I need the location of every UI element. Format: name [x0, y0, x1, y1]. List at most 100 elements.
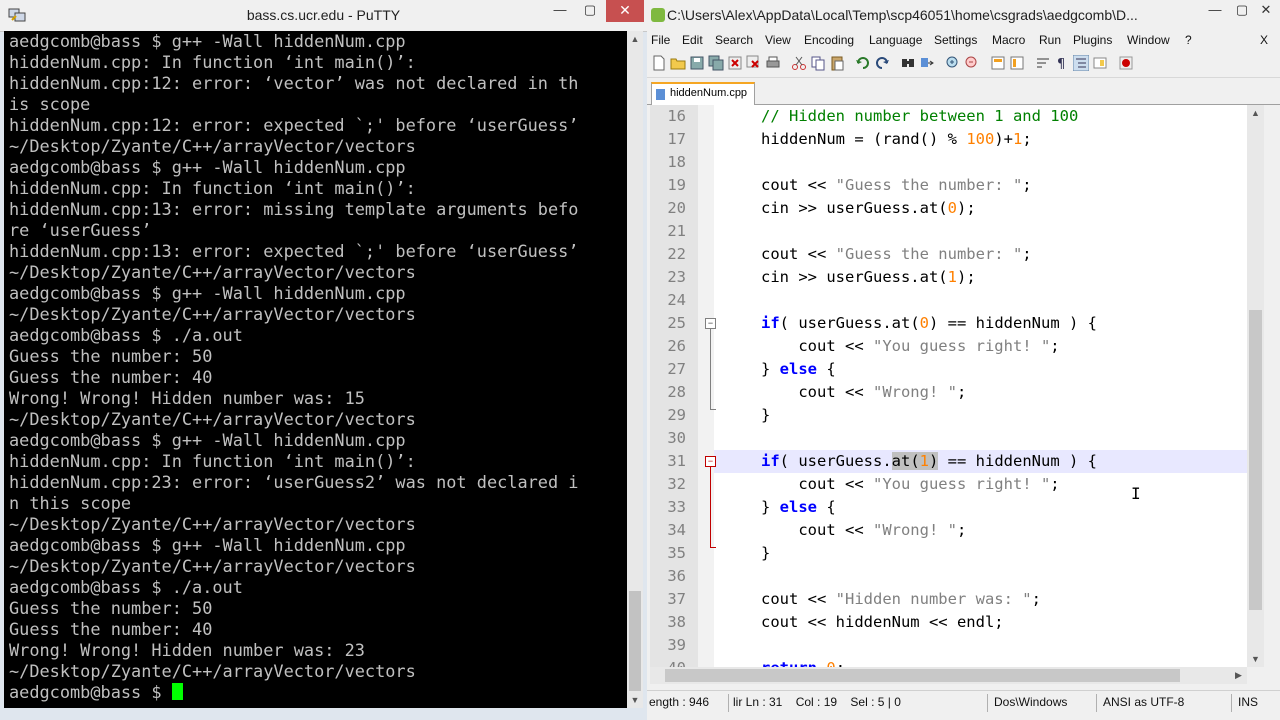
- putty-minimize-button[interactable]: —: [545, 0, 575, 22]
- code-text: cout << "Wrong! ";: [761, 519, 966, 542]
- code-line: 34 cout << "Wrong! ";: [650, 519, 1247, 542]
- new-file-icon[interactable]: [651, 55, 667, 71]
- status-bar: ength : 946 lir Ln : 31 Col : 19 Sel : 5…: [647, 690, 1280, 715]
- code-text: cout << "You guess right! ";: [761, 335, 1059, 358]
- terminal-line: hiddenNum.cpp:12: error: ‘vector’ was no…: [9, 73, 579, 93]
- putty-close-button[interactable]: ✕: [606, 0, 644, 22]
- line-number: 22: [667, 245, 686, 263]
- terminal-scroll-thumb[interactable]: [629, 591, 641, 691]
- menu-plugins[interactable]: Plugins: [1073, 33, 1112, 47]
- editor-horizontal-scrollbar[interactable]: ▶: [650, 667, 1247, 684]
- menu-encoding[interactable]: Encoding: [804, 33, 854, 47]
- editor-horizontal-scroll-thumb[interactable]: [665, 669, 1180, 682]
- editor-vertical-scrollbar[interactable]: ▲ ▼: [1247, 105, 1264, 667]
- terminal-output[interactable]: aedgcomb@bass $ g++ -Wall hiddenNum.cpp h…: [4, 31, 627, 708]
- doc-map-icon[interactable]: [1092, 55, 1108, 71]
- terminal-scrollbar[interactable]: ▲ ▼: [627, 31, 643, 708]
- zoom-in-icon[interactable]: [945, 55, 961, 71]
- code-text: cout << "Hidden number was: ";: [761, 588, 1041, 611]
- line-number: 35: [667, 544, 686, 562]
- sync-horizontal-icon[interactable]: [1009, 55, 1025, 71]
- record-macro-icon[interactable]: [1118, 55, 1134, 71]
- copy-icon[interactable]: [810, 55, 826, 71]
- status-position: lir Ln : 31 Col : 19 Sel : 5 | 0: [733, 695, 901, 709]
- code-line: 22 cout << "Guess the number: ";: [650, 243, 1247, 266]
- terminal-prompt-line[interactable]: aedgcomb@bass $: [4, 682, 627, 703]
- find-icon[interactable]: [900, 55, 916, 71]
- menu-help[interactable]: ?: [1185, 33, 1192, 47]
- code-text: hiddenNum = (rand() % 100)+1;: [761, 128, 1032, 151]
- terminal-line: hiddenNum.cpp:23: error: ‘userGuess2’ wa…: [9, 472, 579, 492]
- cut-icon[interactable]: [791, 55, 807, 71]
- terminal-line: aedgcomb@bass $ g++ -Wall hiddenNum.cpp: [9, 157, 406, 177]
- tab-hiddennum-cpp[interactable]: hiddenNum.cpp: [651, 82, 755, 105]
- terminal-line: n this scope: [9, 493, 132, 513]
- terminal-line: hiddenNum.cpp: In function ‘int main()’:: [9, 52, 416, 72]
- token: }: [761, 498, 780, 516]
- selected-number-literal: 1: [919, 452, 929, 470]
- code-line: 36: [650, 565, 1247, 588]
- token: ;: [1050, 475, 1060, 493]
- npp-title-bar[interactable]: C:\Users\Alex\AppData\Local\Temp\scp4605…: [647, 0, 1280, 31]
- npp-close-button[interactable]: ✕: [1251, 0, 1280, 22]
- menu-view[interactable]: View: [765, 33, 791, 47]
- code-text: if( userGuess.at(1) == hiddenNum ) {: [761, 450, 1097, 473]
- svg-text:¶: ¶: [1057, 57, 1065, 71]
- number-literal: 100: [966, 130, 995, 148]
- npp-minimize-button[interactable]: —: [1200, 0, 1230, 22]
- editor-vertical-scroll-thumb[interactable]: [1249, 310, 1262, 610]
- fold-toggle-icon[interactable]: −: [705, 318, 716, 329]
- undo-icon[interactable]: [855, 55, 871, 71]
- line-number: 33: [667, 498, 686, 516]
- menu-run[interactable]: Run: [1039, 33, 1061, 47]
- token: cout <<: [761, 590, 836, 608]
- zoom-out-icon[interactable]: [964, 55, 980, 71]
- fold-toggle-icon[interactable]: −: [705, 456, 716, 467]
- string-literal: "You guess right! ": [872, 475, 1051, 493]
- code-line: 30: [650, 427, 1247, 450]
- menu-window[interactable]: Window: [1127, 33, 1170, 47]
- indent-guide-icon[interactable]: [1073, 55, 1089, 71]
- menu-search[interactable]: Search: [715, 33, 753, 47]
- putty-maximize-button[interactable]: ▢: [575, 0, 605, 22]
- word-wrap-icon[interactable]: [1035, 55, 1051, 71]
- save-all-icon[interactable]: [708, 55, 724, 71]
- code-editor[interactable]: 16 // Hidden number between 1 and 100 17 h…: [650, 105, 1247, 667]
- open-file-icon[interactable]: [670, 55, 686, 71]
- line-number: 34: [667, 521, 686, 539]
- save-icon[interactable]: [689, 55, 705, 71]
- terminal-line: hiddenNum.cpp:13: error: expected `;' be…: [9, 241, 579, 261]
- status-divider: [1096, 694, 1097, 712]
- menu-edit[interactable]: Edit: [682, 33, 703, 47]
- print-icon[interactable]: [765, 55, 781, 71]
- menu-settings[interactable]: Settings: [934, 33, 977, 47]
- terminal-line: Wrong! Wrong! Hidden number was: 15: [9, 388, 365, 408]
- token: cout <<: [761, 176, 836, 194]
- line-number: 20: [667, 199, 686, 217]
- menu-language[interactable]: Language: [869, 33, 922, 47]
- close-icon[interactable]: [727, 55, 743, 71]
- menu-macro[interactable]: Macro: [992, 33, 1025, 47]
- fold-end: [710, 409, 716, 410]
- code-line: 35}: [650, 542, 1247, 565]
- paste-icon[interactable]: [829, 55, 845, 71]
- code-line: 28 cout << "Wrong! ";: [650, 381, 1247, 404]
- line-number: 36: [667, 567, 686, 585]
- token: ;: [836, 659, 845, 667]
- scroll-down-icon[interactable]: ▼: [627, 692, 643, 708]
- scroll-down-icon[interactable]: ▼: [1247, 651, 1264, 667]
- show-all-characters-icon[interactable]: ¶: [1054, 55, 1070, 71]
- close-document-button[interactable]: X: [1260, 33, 1268, 47]
- scroll-right-icon[interactable]: ▶: [1230, 667, 1247, 684]
- menu-file[interactable]: File: [651, 33, 670, 47]
- putty-title-bar[interactable]: bass.cs.ucr.edu - PuTTY — ▢ ✕: [0, 0, 647, 32]
- scroll-up-icon[interactable]: ▲: [1247, 105, 1264, 121]
- sync-vertical-icon[interactable]: [990, 55, 1006, 71]
- replace-icon[interactable]: [919, 55, 935, 71]
- scroll-up-icon[interactable]: ▲: [627, 31, 643, 47]
- keyword: else: [779, 360, 817, 378]
- redo-icon[interactable]: [874, 55, 890, 71]
- keyword: if: [761, 314, 780, 332]
- token: cin >> userGuess.at(: [761, 199, 948, 217]
- close-all-icon[interactable]: [746, 55, 762, 71]
